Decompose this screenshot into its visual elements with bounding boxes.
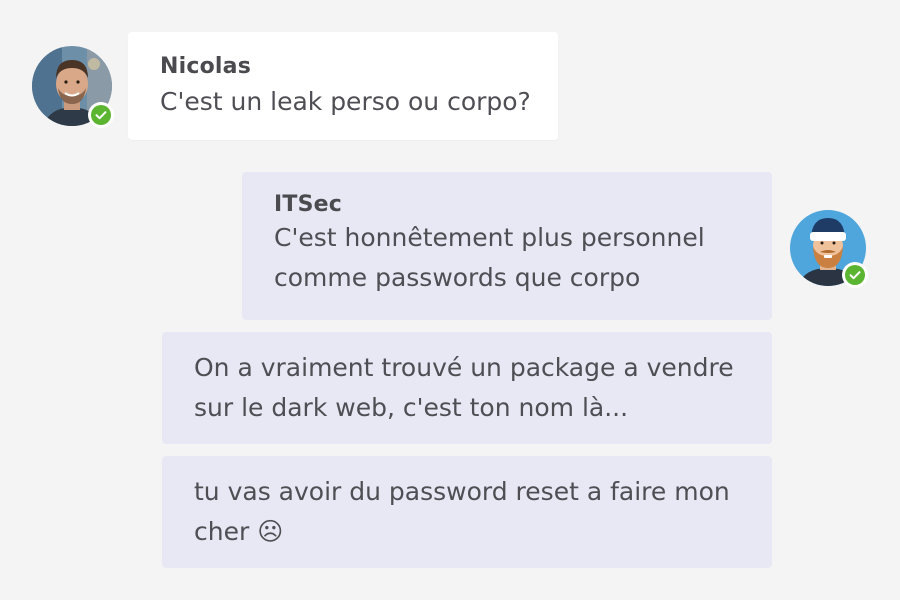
message-line: On a vraiment trouvé un package a vendre <box>194 353 734 382</box>
message-line: tu vas avoir du password reset a faire m… <box>194 477 730 506</box>
message-line: comme passwords que corpo <box>274 263 641 292</box>
message-line: cher ☹ <box>194 517 284 546</box>
itsec-avatar[interactable] <box>790 210 868 288</box>
available-status-icon <box>88 102 114 128</box>
available-status-icon <box>842 262 868 288</box>
nicolas-avatar[interactable] <box>32 46 114 128</box>
message-text: C'est un leak perso ou corpo? <box>160 87 531 116</box>
message-bubble-itsec[interactable]: ITSec C'est honnêtement plus personnel c… <box>242 172 772 320</box>
message-bubble-followup[interactable]: tu vas avoir du password reset a faire m… <box>162 456 772 568</box>
message-bubble-nicolas[interactable]: Nicolas C'est un leak perso ou corpo? <box>128 32 558 140</box>
sender-name: ITSec <box>274 192 342 217</box>
sender-name: Nicolas <box>160 54 251 79</box>
message-bubble-followup[interactable]: On a vraiment trouvé un package a vendre… <box>162 332 772 444</box>
message-line: sur le dark web, c'est ton nom là... <box>194 393 629 422</box>
message-line: C'est honnêtement plus personnel <box>274 223 705 252</box>
